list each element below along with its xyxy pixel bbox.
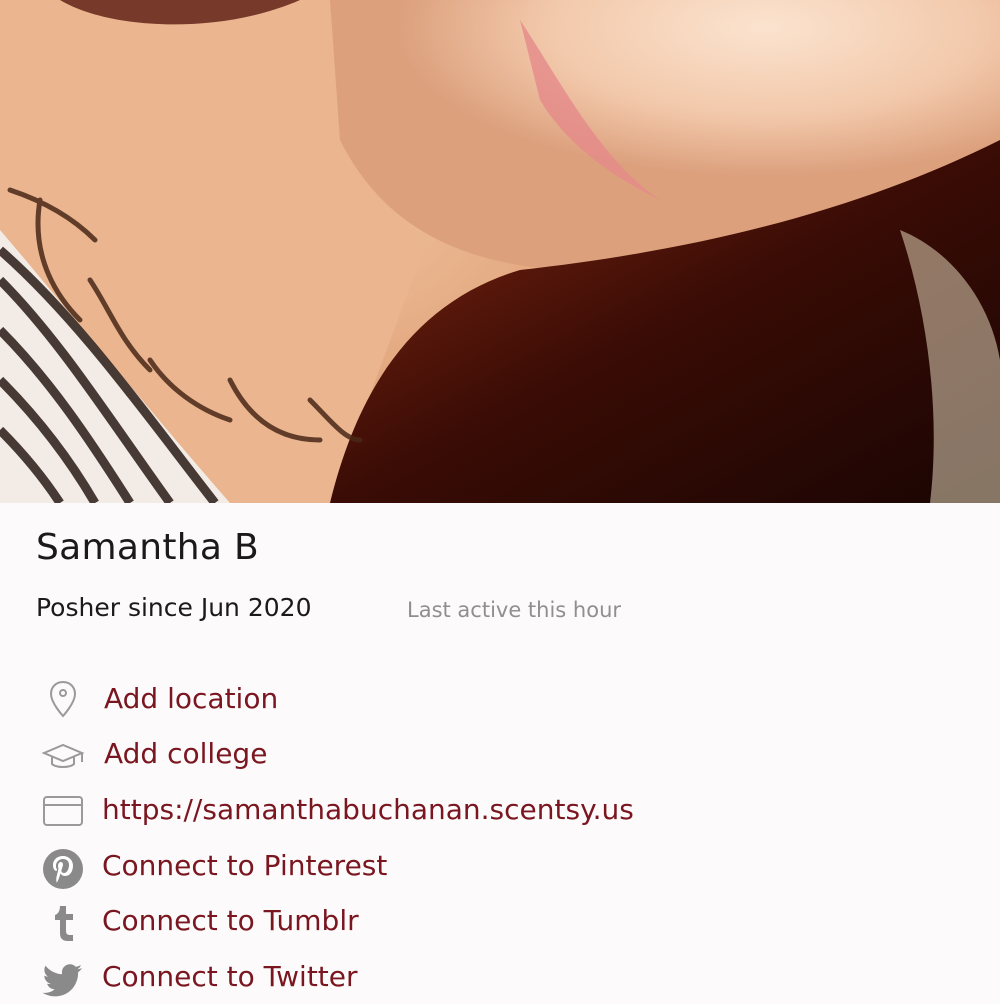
posher-since: Posher since Jun 2020 [36, 593, 312, 622]
pinterest-icon [40, 843, 86, 889]
connect-tumblr-link[interactable]: Connect to Tumblr [102, 904, 359, 937]
connect-pinterest-link[interactable]: Connect to Pinterest [102, 849, 387, 882]
twitter-icon [40, 954, 86, 1000]
website-link[interactable]: https://samanthabuchanan.scentsy.us [102, 793, 634, 826]
pinterest-row[interactable]: Connect to Pinterest [0, 843, 1000, 893]
website-row[interactable]: https://samanthabuchanan.scentsy.us [0, 787, 1000, 837]
twitter-row[interactable]: Connect to Twitter [0, 954, 1000, 1004]
tumblr-row[interactable]: Connect to Tumblr [0, 898, 1000, 948]
add-location-row[interactable]: Add location [0, 676, 1000, 726]
last-active-status: Last active this hour [407, 598, 622, 622]
tumblr-icon [40, 898, 86, 944]
add-location-link[interactable]: Add location [104, 682, 278, 715]
graduation-cap-icon [40, 731, 86, 777]
profile-name: Samantha B [36, 527, 259, 568]
add-college-row[interactable]: Add college [0, 731, 1000, 781]
browser-window-icon [40, 787, 86, 833]
cover-photo [0, 0, 1000, 503]
location-pin-icon [40, 676, 86, 722]
add-college-link[interactable]: Add college [104, 737, 267, 770]
connect-twitter-link[interactable]: Connect to Twitter [102, 960, 358, 993]
cover-photo-image [0, 0, 1000, 503]
